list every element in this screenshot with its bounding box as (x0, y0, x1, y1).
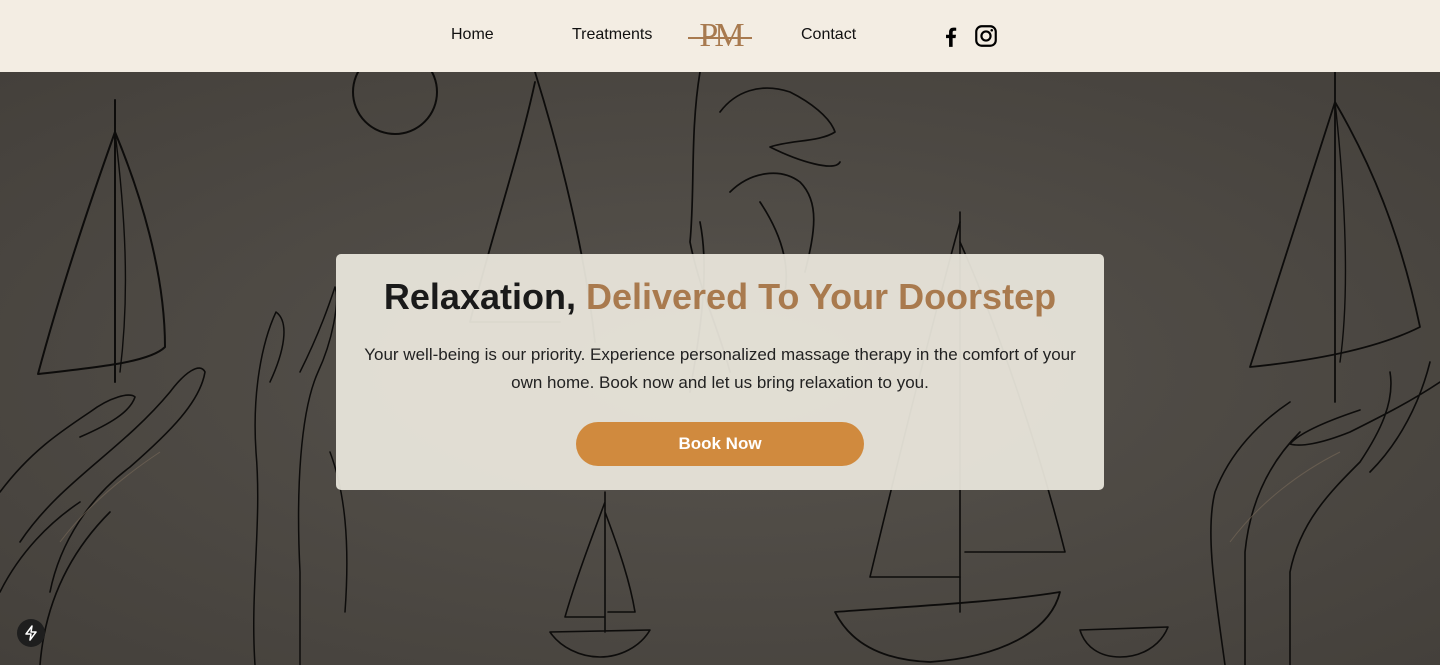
headline-main: Relaxation, (383, 276, 576, 317)
book-now-button[interactable]: Book Now (576, 422, 864, 466)
hero-headline: Relaxation, Delivered To Your Doorstep (336, 274, 1104, 320)
logo-underline (688, 37, 752, 39)
nav-link-contact[interactable]: Contact (801, 25, 856, 45)
hero-card: Relaxation, Delivered To Your Doorstep Y… (336, 254, 1104, 490)
nav-link-treatments[interactable]: Treatments (572, 25, 652, 45)
logo-monogram: PM (699, 17, 744, 54)
headline-accent: Delivered To Your Doorstep (585, 276, 1057, 317)
brand-logo[interactable]: PM (688, 17, 752, 54)
nav-link-home[interactable]: Home (451, 25, 494, 45)
hero-section: Relaxation, Delivered To Your Doorstep Y… (0, 72, 1440, 665)
lightning-icon[interactable] (17, 619, 45, 647)
facebook-icon[interactable] (938, 23, 964, 49)
top-navbar: Home Treatments PM Contact (0, 0, 1440, 72)
hero-description: Your well-being is our priority. Experie… (364, 345, 1076, 392)
instagram-icon[interactable] (973, 23, 999, 49)
